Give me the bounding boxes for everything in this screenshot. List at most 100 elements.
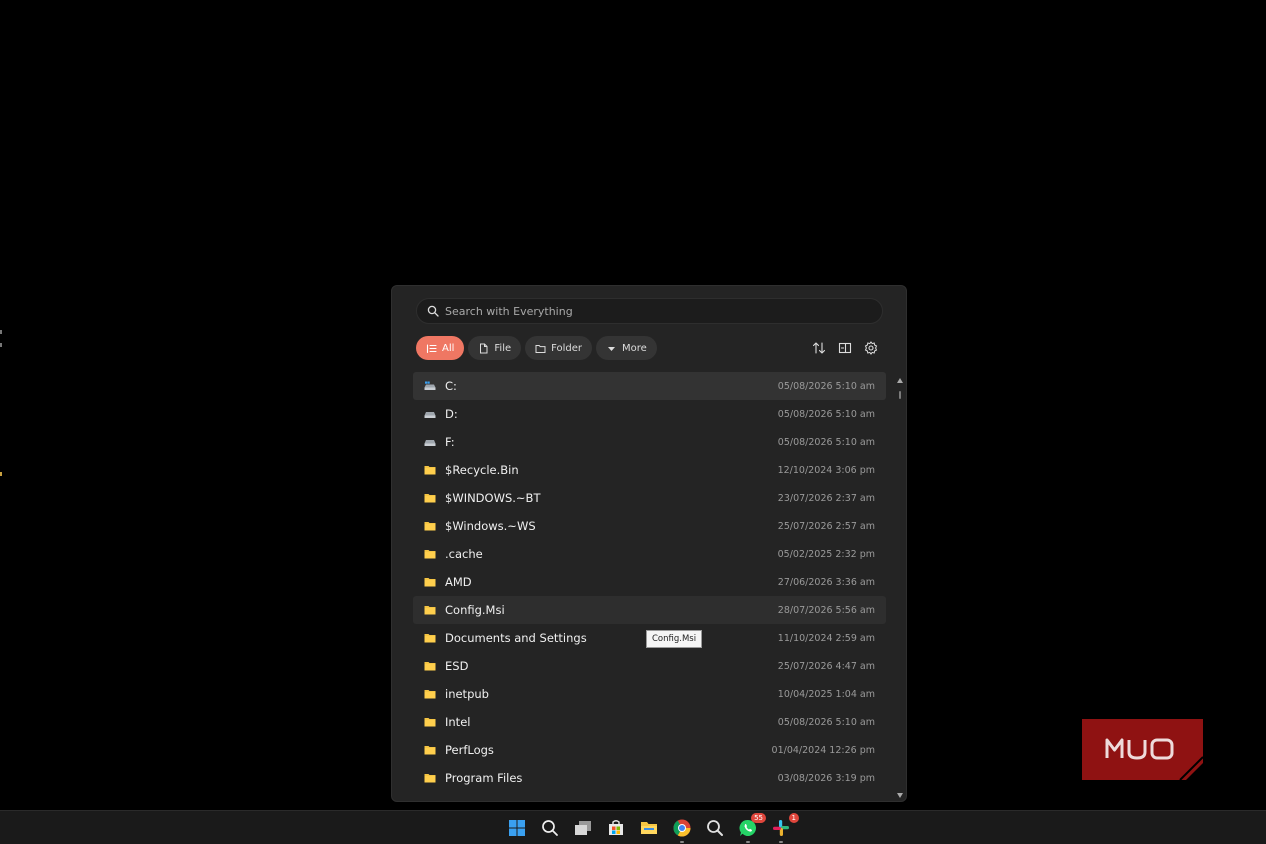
results-list: C: 05/08/2026 5:10 am D: 05/08/2026 5:10 am…: [413, 372, 886, 792]
item-date: 05/08/2026 5:10 am: [777, 716, 875, 728]
list-item[interactable]: AMD 27/06/2026 3:36 am: [413, 568, 886, 596]
search-icon: [542, 820, 558, 836]
store-button[interactable]: [606, 818, 626, 838]
sort-button[interactable]: [812, 340, 826, 354]
slack-icon: [773, 820, 789, 836]
search-icon: [427, 305, 439, 317]
task-view-icon: [575, 821, 591, 835]
preview-pane-button[interactable]: [838, 340, 852, 354]
item-name: $WINDOWS.~BT: [445, 491, 541, 505]
folder-icon: [424, 605, 436, 615]
tooltip: Config.Msi: [646, 630, 703, 648]
windows-start-icon: [509, 820, 525, 836]
folder-icon: [424, 521, 436, 531]
folder-icon: [424, 577, 436, 587]
everything-button[interactable]: [705, 818, 725, 838]
item-name: PerfLogs: [445, 743, 494, 757]
folder-icon: [424, 493, 436, 503]
item-name: Config.Msi: [445, 603, 505, 617]
drive-icon: [424, 437, 436, 447]
folder-icon: [424, 717, 436, 727]
search-input[interactable]: [445, 304, 882, 318]
toolbar: [812, 340, 878, 355]
scroll-thumb[interactable]: [899, 391, 901, 399]
list-item[interactable]: $WINDOWS.~BT 23/07/2026 2:37 am: [413, 484, 886, 512]
list-item[interactable]: .cache 05/02/2025 2:32 pm: [413, 540, 886, 568]
folder-icon: [424, 689, 436, 699]
list-item[interactable]: $Recycle.Bin 12/10/2024 3:06 pm: [413, 456, 886, 484]
item-name: ESD: [445, 659, 469, 673]
scroll-down-arrow[interactable]: [897, 793, 903, 798]
item-date: 28/07/2026 5:56 am: [777, 604, 875, 616]
item-name: $Windows.~WS: [445, 519, 536, 533]
settings-button[interactable]: [864, 340, 878, 355]
chrome-button[interactable]: [672, 818, 692, 843]
item-date: 05/08/2026 5:10 am: [777, 380, 875, 392]
filter-folder-button[interactable]: Folder: [525, 336, 593, 360]
list-item[interactable]: PerfLogs 01/04/2024 12:26 pm: [413, 736, 886, 764]
search-box[interactable]: [416, 298, 883, 324]
everything-search-icon: [707, 820, 723, 836]
system-drive-icon: [424, 381, 436, 391]
list-item[interactable]: Intel 05/08/2026 5:10 am: [413, 708, 886, 736]
file-explorer-button[interactable]: [639, 818, 659, 838]
preview-pane-icon: [838, 342, 852, 354]
list-item[interactable]: inetpub 10/04/2025 1:04 am: [413, 680, 886, 708]
item-name: .cache: [445, 547, 483, 561]
sort-icon: [812, 342, 826, 354]
slack-button[interactable]: 1: [771, 813, 799, 843]
folder-icon: [424, 745, 436, 755]
item-date: 10/04/2025 1:04 am: [777, 688, 875, 700]
folder-icon: [424, 549, 436, 559]
list-item[interactable]: Program Files 03/08/2026 3:19 pm: [413, 764, 886, 792]
whatsapp-button[interactable]: 55: [738, 813, 766, 843]
filter-all-button[interactable]: All: [416, 336, 465, 360]
filter-all-label: All: [442, 342, 455, 354]
scrollbar[interactable]: [896, 378, 904, 798]
item-name: inetpub: [445, 687, 489, 701]
filter-more-button[interactable]: More: [596, 336, 657, 360]
muo-logo-image: [1105, 738, 1204, 781]
filter-file-button[interactable]: File: [468, 336, 522, 360]
notification-badge: 1: [788, 813, 799, 823]
item-name: $Recycle.Bin: [445, 463, 519, 477]
caret-down-icon: [608, 346, 616, 351]
running-indicator: [746, 841, 750, 843]
item-name: Program Files: [445, 771, 523, 785]
screen-edge-mark: [0, 472, 2, 476]
running-indicator: [680, 841, 684, 843]
list-item[interactable]: $Windows.~WS 25/07/2026 2:57 am: [413, 512, 886, 540]
task-view-button[interactable]: [573, 818, 593, 838]
folder-icon: [424, 773, 436, 783]
item-date: 05/08/2026 5:10 am: [777, 436, 875, 448]
item-date: 27/06/2026 3:36 am: [777, 576, 875, 588]
file-explorer-icon: [641, 822, 657, 834]
tooltip-text: Config.Msi: [652, 634, 697, 644]
scroll-up-arrow[interactable]: [897, 378, 903, 383]
list-item[interactable]: F: 05/08/2026 5:10 am: [413, 428, 886, 456]
notification-badge: 55: [751, 813, 766, 823]
taskbar-search-button[interactable]: [540, 818, 560, 838]
item-date: 05/02/2025 2:32 pm: [777, 548, 875, 560]
start-button[interactable]: [507, 818, 527, 838]
filter-folder-label: Folder: [551, 342, 583, 354]
folder-icon: [424, 465, 436, 475]
drive-icon: [424, 409, 436, 419]
item-date: 25/07/2026 4:47 am: [777, 660, 875, 672]
filter-file-label: File: [494, 342, 512, 354]
filter-more-label: More: [622, 342, 647, 354]
screen-edge-mark: [0, 343, 2, 347]
folder-icon: [424, 633, 436, 643]
running-indicator: [779, 841, 783, 843]
item-date: 12/10/2024 3:06 pm: [777, 464, 875, 476]
list-item[interactable]: C: 05/08/2026 5:10 am: [413, 372, 886, 400]
item-date: 05/08/2026 5:10 am: [777, 408, 875, 420]
item-name: D:: [445, 407, 458, 421]
item-name: Documents and Settings: [445, 631, 587, 645]
file-icon: [480, 343, 488, 353]
list-item[interactable]: D: 05/08/2026 5:10 am: [413, 400, 886, 428]
item-date: 25/07/2026 2:57 am: [777, 520, 875, 532]
list-item[interactable]: ESD 25/07/2026 4:47 am: [413, 652, 886, 680]
screen-edge-mark: [0, 330, 2, 334]
list-item[interactable]: Config.Msi 28/07/2026 5:56 am: [413, 596, 886, 624]
